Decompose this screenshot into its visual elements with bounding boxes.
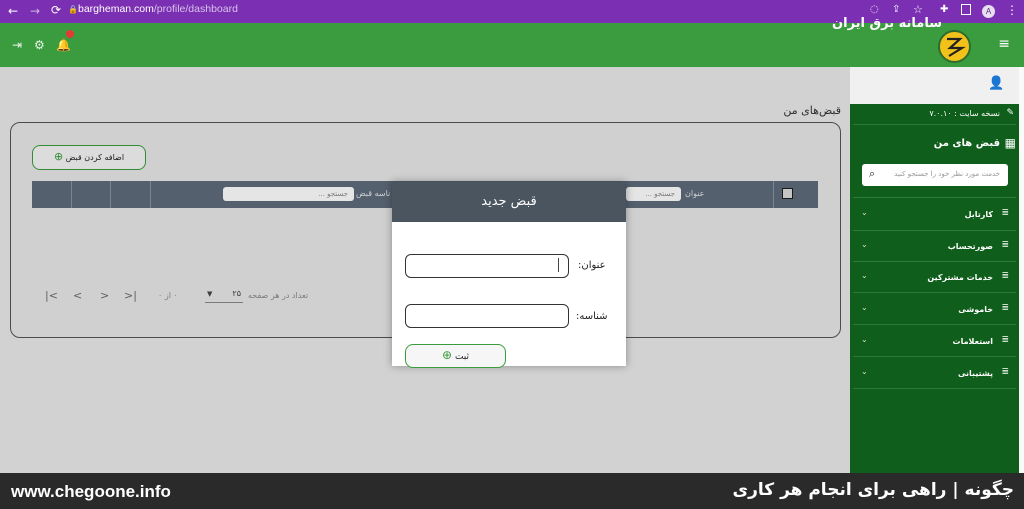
browser-menu-icon[interactable]: ⋮: [1006, 3, 1018, 17]
divider: [853, 230, 1016, 231]
divider: [853, 197, 1016, 198]
list-icon: ≣: [1001, 335, 1009, 345]
reload-icon[interactable]: ⟳: [51, 3, 61, 17]
sidebar-item-label: استعلامات: [952, 337, 993, 346]
url-path: /profile/dashboard: [153, 3, 238, 15]
lightning-icon: [947, 37, 966, 57]
footer-tagline: چگونه | راهی برای انجام هر کاری: [732, 480, 1014, 500]
dialog-title: قبض جدید: [392, 182, 626, 222]
bill-id-field[interactable]: [405, 304, 569, 328]
gear-icon[interactable]: ⚙: [34, 38, 45, 52]
eye-off-icon[interactable]: ◌: [870, 4, 879, 15]
scrollbar-track[interactable]: [1019, 67, 1024, 473]
list-icon: ≣: [1001, 208, 1009, 218]
sidebar-item-label: صورتحساب: [947, 242, 993, 251]
share-icon[interactable]: ⇪: [892, 4, 900, 15]
user-icon[interactable]: 👤: [988, 76, 1004, 91]
profile-avatar[interactable]: A: [982, 5, 995, 18]
submit-button[interactable]: ثبت ⊕: [405, 344, 506, 368]
divider: [853, 261, 1016, 262]
bell-icon[interactable]: 🔔: [56, 38, 71, 52]
sidebar-item-cartable[interactable]: ≣ کارتابل ⌄: [855, 202, 1015, 227]
chevron-down-icon: ⌄: [861, 303, 868, 312]
submit-label: ثبت: [454, 352, 469, 362]
list-icon: ≣: [1001, 303, 1009, 313]
divider: [853, 292, 1016, 293]
brand-logo: [938, 30, 971, 63]
extensions-icon[interactable]: ✚: [940, 4, 948, 15]
bookmark-star-icon[interactable]: ☆: [913, 3, 923, 16]
text-caret: [558, 258, 559, 272]
divider: [853, 356, 1016, 357]
sidebar-item-label: کارتابل: [964, 210, 993, 219]
notification-badge: [66, 30, 74, 38]
lock-icon: 🔒: [68, 5, 78, 14]
version-tool-icon: ✎: [1006, 108, 1014, 118]
logout-icon[interactable]: ⇥: [12, 38, 22, 52]
sidebar-item-label: پشتیبانی: [957, 369, 993, 378]
sidebar-item-label: خاموشی: [958, 305, 993, 314]
back-icon[interactable]: ←: [8, 4, 18, 18]
chevron-down-icon: ⌄: [861, 367, 868, 376]
url-domain: bargheman.com: [78, 3, 154, 15]
hamburger-icon[interactable]: ≡: [998, 36, 1010, 52]
sidebar-item-invoice[interactable]: ≣ صورتحساب ⌄: [855, 234, 1015, 259]
search-placeholder: خدمت مورد نظر خود را جستجو کنید: [894, 170, 1000, 178]
sidebar-item-services[interactable]: ≣ خدمات مشترکین ⌄: [855, 265, 1015, 290]
search-icon[interactable]: ⌕: [869, 167, 875, 181]
sidebar-item-inquiries[interactable]: ≣ استعلامات ⌄: [855, 329, 1015, 354]
chevron-down-icon: ⌄: [861, 208, 868, 217]
sidebar-item-label: خدمات مشترکین: [927, 273, 993, 282]
dashboard-grid-icon: ▦: [1004, 136, 1016, 150]
divider: [853, 324, 1016, 325]
sidebar-item-outage[interactable]: ≣ خاموشی ⌄: [855, 297, 1015, 322]
list-icon: ≣: [1001, 367, 1009, 377]
title-field[interactable]: [405, 254, 569, 278]
address-bar[interactable]: bargheman.com/profile/dashboard: [78, 3, 238, 15]
footer-site: www.chegoone.info: [11, 482, 171, 501]
brand-title: سامانه برق ایران: [832, 16, 942, 31]
id-field-label: شناسه:: [576, 311, 608, 322]
title-field-label: عنوان:: [578, 260, 606, 271]
my-bills-heading[interactable]: قبض های من: [934, 138, 1000, 149]
forward-icon[interactable]: →: [30, 4, 40, 18]
sidebar-search-input[interactable]: خدمت مورد نظر خود را جستجو کنید ⌕: [862, 164, 1008, 186]
sidebar-item-support[interactable]: ≣ پشتیبانی ⌄: [855, 361, 1015, 386]
sidepanel-icon[interactable]: [961, 4, 971, 15]
divider: [853, 124, 1016, 125]
divider: [853, 388, 1016, 389]
site-version: نسخه سایت : ۷.۰.۱۰: [929, 109, 1000, 118]
chevron-down-icon: ⌄: [861, 271, 868, 280]
plus-circle-icon: ⊕: [442, 348, 453, 362]
chevron-down-icon: ⌄: [861, 335, 868, 344]
list-icon: ≣: [1001, 240, 1009, 250]
list-icon: ≣: [1001, 271, 1009, 281]
chevron-down-icon: ⌄: [861, 240, 868, 249]
